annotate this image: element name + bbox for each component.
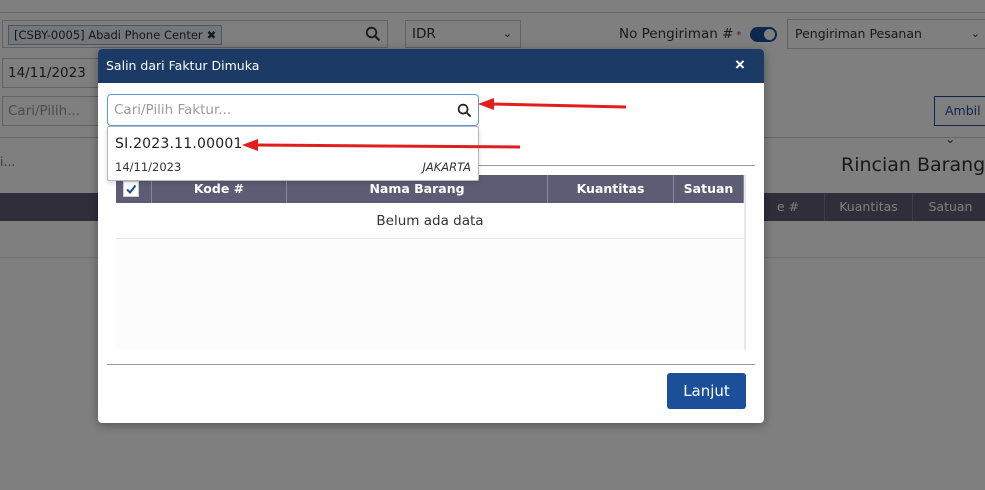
modal-title: Salin dari Faktur Dimuka <box>106 58 260 73</box>
faktur-search-placeholder: Cari/Pilih Faktur... <box>114 102 232 118</box>
close-icon[interactable]: × <box>735 55 749 75</box>
column-kuantitas[interactable]: Kuantitas <box>548 175 674 203</box>
grid-scrollbar[interactable] <box>744 175 746 350</box>
grid-body <box>116 240 744 350</box>
faktur-date: 14/11/2023 <box>115 160 182 174</box>
faktur-number: SI.2023.11.00001 <box>115 136 243 152</box>
faktur-city: JAKARTA <box>422 160 472 174</box>
faktur-dropdown-item[interactable]: SI.2023.11.00001 14/11/2023 JAKARTA <box>107 126 479 181</box>
search-icon[interactable] <box>457 103 472 118</box>
divider <box>107 364 755 365</box>
modal-header: Salin dari Faktur Dimuka × <box>98 49 764 83</box>
column-satuan[interactable]: Satuan <box>674 175 744 203</box>
faktur-search-input[interactable]: Cari/Pilih Faktur... <box>107 94 479 126</box>
check-icon <box>126 184 137 195</box>
empty-state-text: Belum ada data <box>116 203 744 239</box>
select-all-checkbox[interactable] <box>123 181 139 197</box>
items-grid: Kode # Nama Barang Kuantitas Satuan Belu… <box>116 175 746 350</box>
lanjut-button[interactable]: Lanjut <box>667 373 746 409</box>
copy-from-invoice-modal: Salin dari Faktur Dimuka × Cari/Pilih Fa… <box>98 49 764 423</box>
